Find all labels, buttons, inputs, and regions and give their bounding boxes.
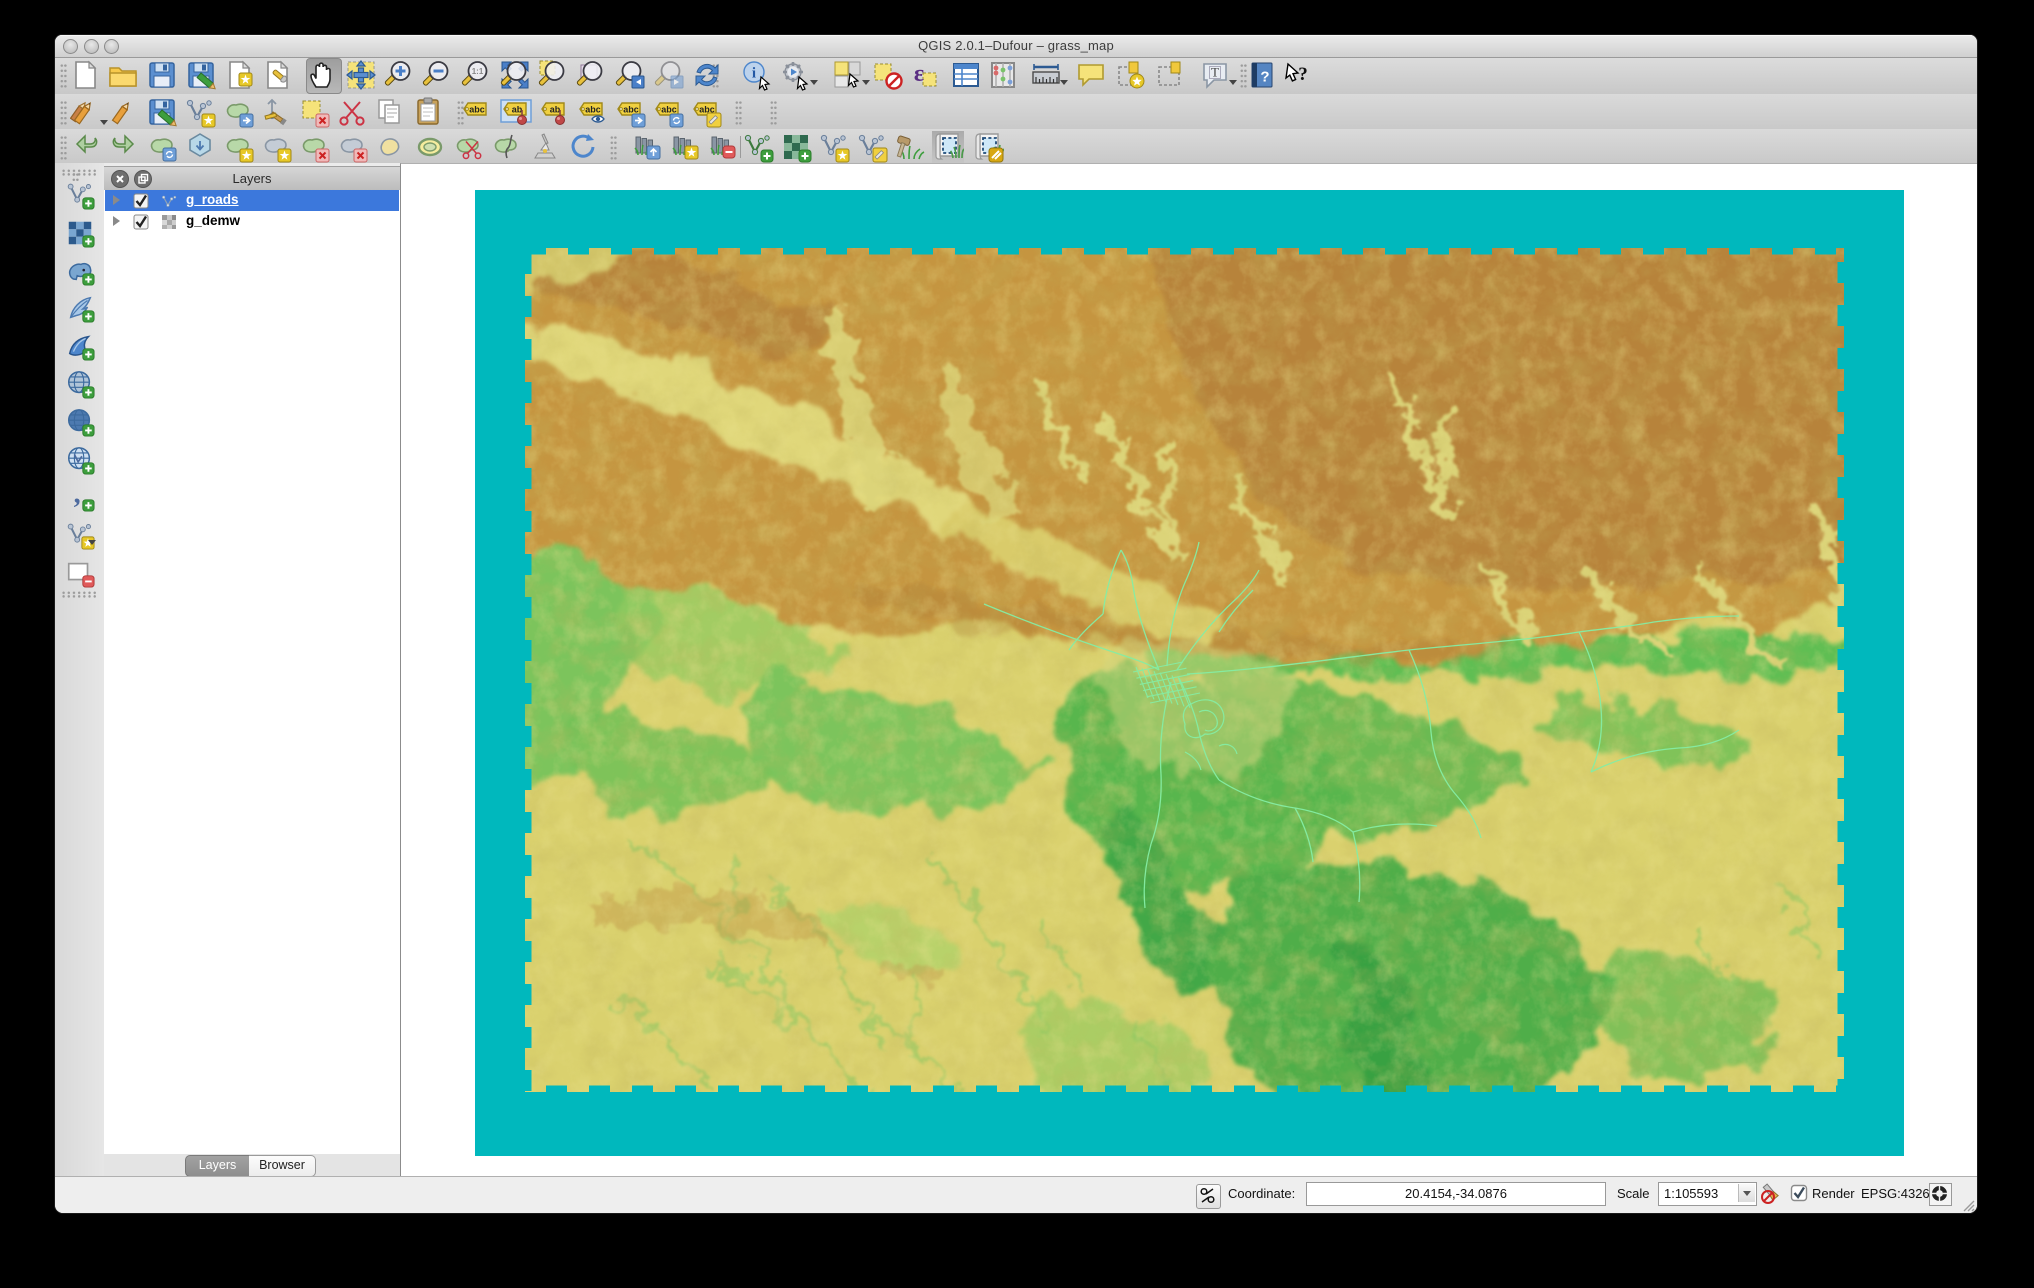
svg-text:?: ? bbox=[1260, 69, 1269, 86]
svg-text:abc: abc bbox=[623, 105, 639, 115]
svg-text:?: ? bbox=[1298, 64, 1308, 85]
svg-text:abc: abc bbox=[661, 105, 677, 115]
svg-text:1:1: 1:1 bbox=[472, 67, 484, 76]
svg-text:abc: abc bbox=[469, 105, 485, 115]
svg-text:ab: ab bbox=[512, 105, 523, 115]
svg-text:i: i bbox=[752, 66, 756, 82]
svg-text:abc: abc bbox=[585, 105, 601, 115]
svg-text:ε: ε bbox=[914, 61, 924, 87]
svg-text:ab: ab bbox=[550, 105, 561, 115]
svg-text:,: , bbox=[74, 482, 81, 510]
